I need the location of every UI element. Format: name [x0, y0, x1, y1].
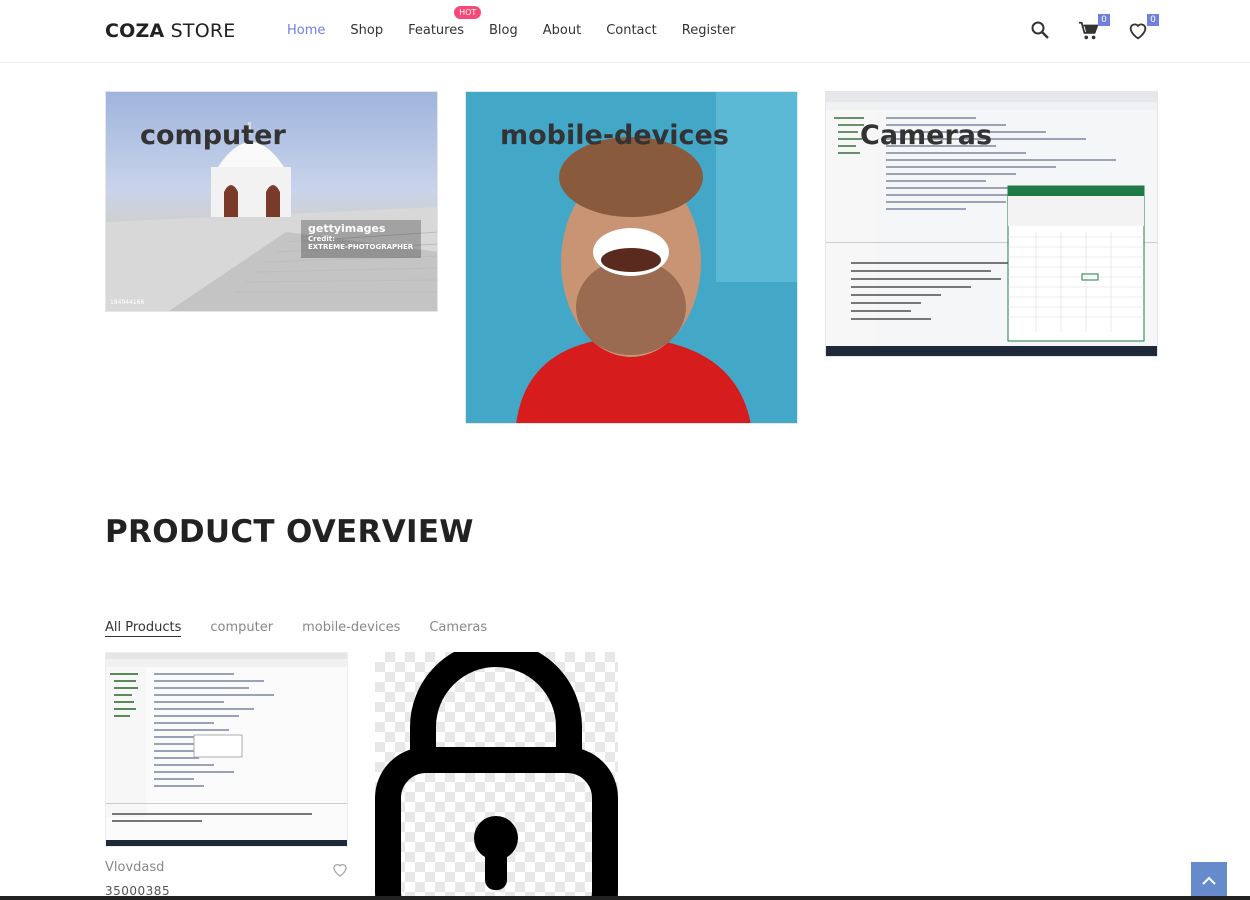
- getty-brand: gettyimages: [308, 222, 386, 235]
- getty-credit-name: EXTREME-PHOTOGRAPHER: [308, 243, 414, 251]
- wishlist-count-badge: 0: [1147, 14, 1159, 26]
- cart-button[interactable]: 0: [1078, 14, 1110, 44]
- product-image[interactable]: [105, 652, 348, 847]
- nav-about[interactable]: About: [543, 23, 581, 38]
- getty-credit-label: Credit:: [308, 235, 335, 243]
- cart-count-badge: 0: [1098, 14, 1110, 26]
- wishlist-button[interactable]: 0: [1127, 14, 1159, 44]
- search-button[interactable]: [1030, 20, 1054, 44]
- filter-all-products[interactable]: All Products: [105, 620, 182, 637]
- nav-home[interactable]: Home: [287, 23, 325, 38]
- getty-watermark: gettyimages Credit: EXTREME-PHOTOGRAPHER: [308, 222, 413, 251]
- filter-mobile-devices[interactable]: mobile-devices: [302, 620, 400, 637]
- cart-icon: [1078, 21, 1099, 40]
- banner-label: computer: [140, 120, 286, 151]
- product-name[interactable]: Vlovdasd: [105, 860, 164, 875]
- search-icon: [1031, 21, 1049, 39]
- nav-register[interactable]: Register: [682, 23, 736, 38]
- banner-computer[interactable]: gettyimages Credit: EXTREME-PHOTOGRAPHER…: [105, 91, 438, 312]
- main-nav: Home Shop Features HOT Blog About Contac…: [287, 6, 760, 38]
- product-image-locked[interactable]: [375, 652, 618, 900]
- page-bottom-strip: [0, 896, 1250, 900]
- add-to-wishlist-button[interactable]: [331, 861, 349, 883]
- heart-outline-icon: [333, 863, 347, 877]
- banner-label: Cameras: [860, 120, 993, 151]
- banner-label: mobile-devices: [500, 120, 729, 151]
- nav-features-label: Features: [408, 23, 464, 38]
- nav-contact[interactable]: Contact: [606, 23, 657, 38]
- nav-shop[interactable]: Shop: [350, 23, 383, 38]
- filter-computer[interactable]: computer: [210, 620, 273, 637]
- back-to-top-button[interactable]: [1191, 862, 1227, 900]
- logo-rest: STORE: [164, 20, 236, 42]
- filter-cameras[interactable]: Cameras: [429, 620, 487, 637]
- hot-badge: HOT: [454, 6, 482, 19]
- site-header: COZA STORE Home Shop Features HOT Blog A…: [0, 0, 1250, 63]
- banner-mobile-devices[interactable]: mobile-devices: [465, 91, 798, 424]
- code-editor-thumbnail: [106, 653, 347, 846]
- lock-icon: [375, 652, 618, 900]
- nav-blog[interactable]: Blog: [489, 23, 518, 38]
- logo[interactable]: COZA STORE: [105, 20, 235, 42]
- logo-bold: COZA: [105, 20, 165, 42]
- product-filters: All Products computer mobile-devices Cam…: [105, 620, 516, 637]
- heart-icon: [1129, 23, 1147, 40]
- section-title: PRODUCT OVERVIEW: [105, 514, 474, 550]
- image-id: 184944166: [110, 299, 145, 306]
- nav-features[interactable]: Features HOT: [408, 6, 482, 38]
- banner-cameras[interactable]: Cameras: [825, 91, 1158, 357]
- chevron-up-icon: [1202, 876, 1216, 885]
